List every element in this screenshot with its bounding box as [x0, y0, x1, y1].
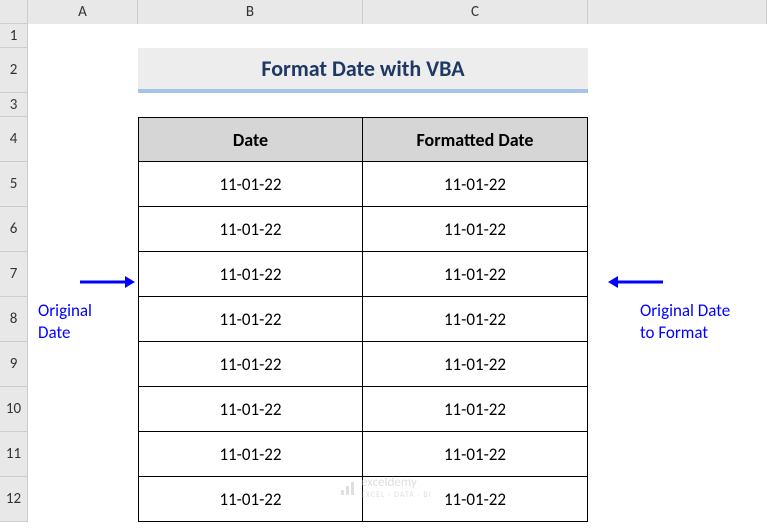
cell-date[interactable]: 11-01-22	[138, 432, 363, 477]
col-header-a[interactable]: A	[28, 0, 138, 24]
chart-icon	[340, 480, 356, 496]
arrow-right-icon	[608, 272, 663, 297]
cell-date[interactable]: 11-01-22	[138, 477, 363, 522]
watermark-sub: EXCEL · DATA · BI	[361, 490, 432, 500]
annotation-left: Original Date	[38, 300, 92, 344]
data-table: Date Formatted Date 11-01-22 11-01-22 11…	[138, 117, 588, 522]
table-row: 11-01-22 11-01-22	[138, 297, 588, 342]
table-row: 11-01-22 11-01-22	[138, 387, 588, 432]
cell-formatted-date[interactable]: 11-01-22	[363, 297, 588, 342]
row-header-4[interactable]: 4	[0, 117, 28, 162]
cell-formatted-date[interactable]: 11-01-22	[363, 342, 588, 387]
header-date[interactable]: Date	[138, 117, 363, 162]
table-row: 11-01-22 11-01-22	[138, 252, 588, 297]
cell-formatted-date[interactable]: 11-01-22	[363, 207, 588, 252]
watermark: exceldemy EXCEL · DATA · BI	[340, 475, 432, 500]
cell-date[interactable]: 11-01-22	[138, 162, 363, 207]
cell-formatted-date[interactable]: 11-01-22	[363, 387, 588, 432]
annotation-text: Date	[38, 322, 92, 344]
cell-formatted-date[interactable]: 11-01-22	[363, 252, 588, 297]
row-header-12[interactable]: 12	[0, 477, 28, 522]
row-header-10[interactable]: 10	[0, 387, 28, 432]
spreadsheet: A B C 1 2 3 4 5 6 7 8 9 10 11 12 Format …	[0, 0, 767, 529]
table-row: 11-01-22 11-01-22	[138, 162, 588, 207]
table-row: 11-01-22 11-01-22	[138, 342, 588, 387]
row-header-2[interactable]: 2	[0, 48, 28, 93]
column-headers: A B C	[0, 0, 767, 24]
col-header-c[interactable]: C	[363, 0, 588, 24]
cell-formatted-date[interactable]: 11-01-22	[363, 162, 588, 207]
annotation-text: to Format	[640, 322, 730, 344]
row-header-7[interactable]: 7	[0, 252, 28, 297]
row-header-6[interactable]: 6	[0, 207, 28, 252]
row-header-3[interactable]: 3	[0, 93, 28, 117]
table-header-row: Date Formatted Date	[138, 117, 588, 162]
cell-date[interactable]: 11-01-22	[138, 207, 363, 252]
cell-date[interactable]: 11-01-22	[138, 342, 363, 387]
title-cell[interactable]: Format Date with VBA	[138, 48, 588, 93]
annotation-text: Original	[38, 300, 92, 322]
cell-formatted-date[interactable]: 11-01-22	[363, 432, 588, 477]
row-header-8[interactable]: 8	[0, 297, 28, 342]
row-header-9[interactable]: 9	[0, 342, 28, 387]
select-all-corner[interactable]	[0, 0, 28, 24]
table-row: 11-01-22 11-01-22	[138, 207, 588, 252]
row-headers: 1 2 3 4 5 6 7 8 9 10 11 12	[0, 24, 28, 522]
cell-date[interactable]: 11-01-22	[138, 387, 363, 432]
cell-date[interactable]: 11-01-22	[138, 252, 363, 297]
annotation-right: Original Date to Format	[640, 300, 730, 344]
col-header-d[interactable]	[588, 0, 767, 24]
cell-date[interactable]: 11-01-22	[138, 297, 363, 342]
row-header-5[interactable]: 5	[0, 162, 28, 207]
row-header-11[interactable]: 11	[0, 432, 28, 477]
row-header-1[interactable]: 1	[0, 24, 28, 48]
annotation-text: Original Date	[640, 300, 730, 322]
table-row: 11-01-22 11-01-22	[138, 432, 588, 477]
watermark-main: exceldemy	[361, 475, 432, 490]
arrow-left-icon	[80, 272, 135, 297]
col-header-b[interactable]: B	[138, 0, 363, 24]
header-formatted-date[interactable]: Formatted Date	[363, 117, 588, 162]
